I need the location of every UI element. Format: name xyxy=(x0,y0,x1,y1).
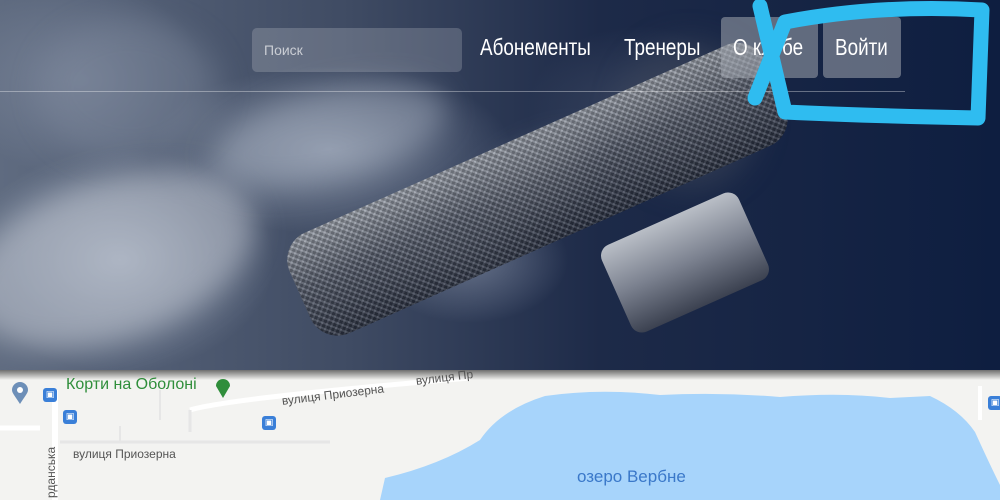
street-label: вулиця Приозерна xyxy=(73,447,176,461)
about-club-button[interactable]: О клубе xyxy=(721,17,818,78)
street-label: рданська xyxy=(44,446,58,498)
hero-photo-blur xyxy=(40,20,220,160)
about-club-label: О клубе xyxy=(733,34,804,60)
login-label: Войти xyxy=(835,34,888,60)
map-section[interactable]: ▣ ▣ ▣ ▣ Корти на Оболоні вулиця Пр вулиц… xyxy=(0,370,1000,500)
lake-shape xyxy=(380,391,1000,500)
lake-label: озеро Вербне xyxy=(577,467,686,486)
login-button[interactable]: Войти xyxy=(823,17,901,78)
map-pin-icon xyxy=(12,382,28,404)
nav-link-coaches[interactable]: Тренеры xyxy=(624,17,700,78)
header-divider xyxy=(0,91,905,92)
search-input[interactable] xyxy=(252,28,462,72)
bus-stop-icon[interactable]: ▣ xyxy=(988,396,1000,410)
tennis-poi-icon[interactable] xyxy=(213,378,233,400)
bus-stop-icon[interactable]: ▣ xyxy=(63,410,77,424)
nav-link-subscriptions[interactable]: Абонементы xyxy=(480,17,591,78)
bus-stop-icon[interactable]: ▣ xyxy=(262,416,276,430)
poi-label[interactable]: Корти на Оболоні xyxy=(66,376,197,394)
bus-stop-icon[interactable]: ▣ xyxy=(43,388,57,402)
